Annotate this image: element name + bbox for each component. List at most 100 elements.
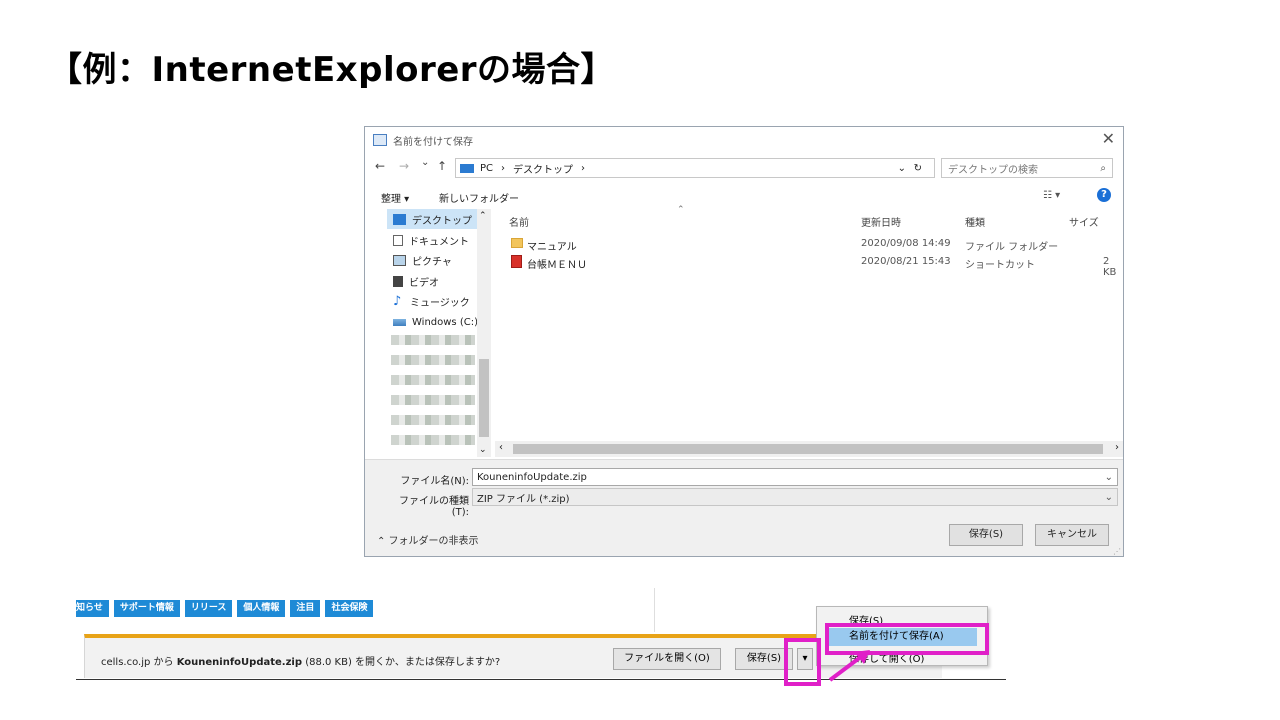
scrollbar-thumb[interactable]: [479, 359, 489, 437]
filetype-value: ZIP ファイル (*.zip): [477, 493, 570, 505]
file-name: 台帳ＭＥＮＵ: [527, 260, 587, 271]
address-bar[interactable]: PC › デスクトップ › ⌄ ↻: [455, 158, 935, 178]
forward-arrow-icon[interactable]: →: [399, 159, 409, 173]
navigation-bar: ← → ⌄ ↑ PC › デスクトップ › ⌄ ↻ デスクトップの検索 ⌕: [365, 157, 1123, 179]
filename-field[interactable]: KouneninfoUpdate.zip ⌄: [472, 468, 1118, 486]
document-icon: [393, 234, 403, 246]
filename-value: KouneninfoUpdate.zip: [477, 471, 587, 483]
download-message-prefix: cells.co.jp から: [101, 657, 177, 668]
up-arrow-icon[interactable]: ↑: [437, 159, 447, 173]
refresh-icon[interactable]: ↻: [914, 163, 922, 174]
sidebar-scrollbar[interactable]: ⌃ ⌄: [477, 209, 491, 457]
save-as-dialog: 名前を付けて保存 ✕ ← → ⌄ ↑ PC › デスクトップ › ⌄ ↻ デスク…: [364, 126, 1124, 557]
view-options-button[interactable]: ☷ ▾: [1043, 190, 1060, 201]
shortcut-icon: [511, 255, 522, 268]
file-size: 2 KB: [1103, 256, 1117, 278]
search-input[interactable]: デスクトップの検索 ⌕: [941, 158, 1113, 178]
sidebar-item-drive-c[interactable]: Windows (C:): [387, 312, 491, 332]
save-button[interactable]: 保存(S): [949, 524, 1023, 546]
blurred-item: [391, 375, 475, 385]
save-dialog-icon: [373, 134, 387, 146]
pc-icon: [460, 163, 474, 173]
sidebar-item-documents[interactable]: ドキュメント: [387, 230, 491, 250]
blurred-item: [391, 415, 475, 425]
menu-tab[interactable]: 注目: [290, 600, 321, 617]
file-modified: 2020/09/08 14:49: [861, 238, 951, 249]
new-folder-button[interactable]: 新しいフォルダー: [439, 190, 519, 205]
navigation-pane: デスクトップ ドキュメント ピクチャ ビデオ ♪ ミュージック Windows …: [387, 209, 491, 455]
sidebar-item-label: Windows (C:): [412, 316, 478, 328]
column-header-size[interactable]: サイズ: [1069, 214, 1099, 229]
chevron-down-icon[interactable]: ⌄: [1105, 472, 1113, 483]
website-menu-tabs: 知らせ サポート情報 リリース 個人情報 注目 社会保険: [76, 600, 378, 618]
filetype-select[interactable]: ZIP ファイル (*.zip) ⌄: [472, 488, 1118, 506]
open-file-button[interactable]: ファイルを開く(O): [613, 648, 721, 670]
address-dropdown-icon[interactable]: ⌄: [898, 163, 906, 174]
menu-tab[interactable]: 社会保険: [325, 600, 374, 617]
sort-ascending-icon: ⌃: [677, 205, 685, 215]
back-arrow-icon[interactable]: ←: [375, 159, 385, 173]
file-list-header: 名前 ⌃ 更新日時 種類 サイズ: [495, 205, 1123, 231]
drive-icon: [393, 318, 406, 326]
blurred-item: [391, 355, 475, 365]
ie-download-area: 知らせ サポート情報 リリース 個人情報 注目 社会保険 cells.co.jp…: [76, 588, 1006, 686]
music-icon: ♪: [393, 293, 402, 309]
column-header-modified[interactable]: 更新日時: [861, 214, 901, 229]
sidebar-item-pictures[interactable]: ピクチャ: [387, 250, 491, 270]
search-icon[interactable]: ⌕: [1100, 163, 1106, 174]
horizontal-scrollbar[interactable]: ‹ ›: [495, 441, 1123, 457]
file-type: ショートカット: [965, 260, 1035, 271]
menu-tab[interactable]: リリース: [184, 600, 233, 617]
column-header-type[interactable]: 種類: [965, 214, 985, 229]
chevron-down-icon[interactable]: ⌄: [1105, 492, 1113, 503]
download-message-suffix: (88.0 KB) を開くか、または保存しますか?: [302, 657, 501, 668]
video-icon: [393, 275, 403, 287]
close-icon[interactable]: ✕: [1102, 131, 1115, 147]
breadcrumb-separator[interactable]: ›: [501, 163, 505, 174]
pointer-arrow-icon: [828, 650, 870, 682]
sidebar-item-label: ミュージック: [410, 297, 470, 309]
column-header-name[interactable]: 名前: [509, 214, 529, 229]
help-icon[interactable]: ?: [1097, 188, 1111, 202]
sidebar-item-label: ビデオ: [409, 277, 439, 289]
breadcrumb-desktop[interactable]: デスクトップ: [513, 161, 573, 176]
download-message: cells.co.jp から KouneninfoUpdate.zip (88.…: [101, 653, 500, 668]
menu-tab[interactable]: 個人情報: [237, 600, 286, 617]
recent-locations-icon[interactable]: ⌄: [421, 157, 429, 168]
blurred-item: [391, 335, 475, 345]
picture-icon: [393, 254, 406, 266]
sidebar-item-label: ピクチャ: [412, 256, 452, 268]
cancel-button[interactable]: キャンセル: [1035, 524, 1109, 546]
sidebar-item-videos[interactable]: ビデオ: [387, 271, 491, 291]
folder-icon: [511, 238, 523, 248]
blurred-item: [391, 435, 475, 445]
hide-folders-toggle[interactable]: ⌃ フォルダーの非表示: [377, 532, 479, 547]
breadcrumb-pc[interactable]: PC: [480, 163, 493, 174]
scrollbar-thumb[interactable]: [513, 444, 1103, 454]
dialog-toolbar: 整理 ▾ 新しいフォルダー ☷ ▾ ?: [365, 185, 1123, 207]
file-type: ファイル フォルダー: [965, 242, 1059, 253]
resize-grip-icon[interactable]: ⋰: [1113, 547, 1121, 556]
scroll-up-icon[interactable]: ⌃: [479, 211, 487, 221]
organize-menu[interactable]: 整理 ▾: [381, 190, 409, 205]
menu-tab[interactable]: 知らせ: [76, 600, 109, 617]
filetype-label: ファイルの種類(T):: [399, 496, 469, 518]
blurred-item: [391, 395, 475, 405]
dialog-titlebar: 名前を付けて保存 ✕: [365, 127, 1123, 153]
desktop-icon: [393, 213, 406, 225]
breadcrumb-separator[interactable]: ›: [581, 163, 585, 174]
highlight-dropdown-box: [784, 638, 821, 686]
slide-title: 【例：InternetExplorerの場合】: [48, 50, 616, 90]
file-row[interactable]: 台帳ＭＥＮＵ 2020/08/21 15:43 ショートカット 2 KB: [495, 253, 1123, 278]
sidebar-item-desktop[interactable]: デスクトップ: [387, 209, 491, 229]
sidebar-item-music[interactable]: ♪ ミュージック: [387, 291, 491, 311]
search-placeholder: デスクトップの検索: [948, 164, 1038, 176]
divider: [654, 588, 655, 632]
scroll-right-icon[interactable]: ›: [1115, 442, 1119, 453]
sidebar-item-label: デスクトップ: [412, 215, 472, 227]
file-row[interactable]: マニュアル 2020/09/08 14:49 ファイル フォルダー: [495, 235, 1123, 253]
file-modified: 2020/08/21 15:43: [861, 256, 951, 267]
menu-tab[interactable]: サポート情報: [113, 600, 180, 617]
scroll-down-icon[interactable]: ⌄: [479, 445, 487, 455]
scroll-left-icon[interactable]: ‹: [499, 442, 503, 453]
